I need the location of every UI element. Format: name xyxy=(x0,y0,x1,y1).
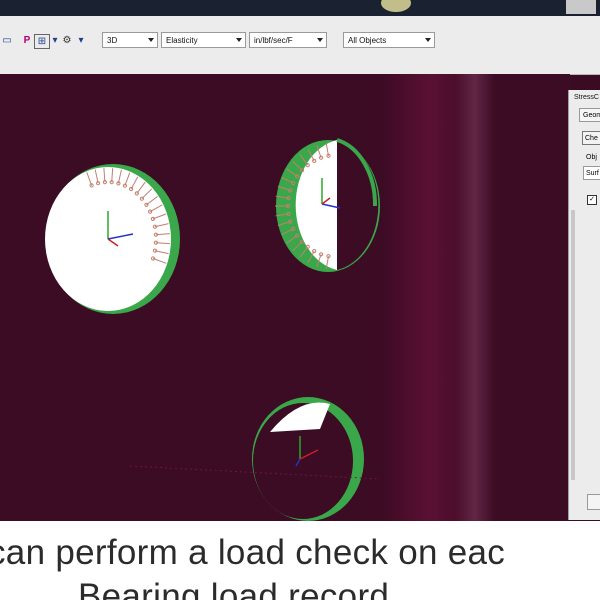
view-icon[interactable]: ▭ xyxy=(0,34,14,47)
toolbar: ▭ P ⊞ ▾ ⚙ ▾ 3D Elasticity in/lbf/sec/F A… xyxy=(0,16,600,75)
chevron-down-icon xyxy=(236,38,242,42)
object-filter-select[interactable]: All Objects xyxy=(343,32,435,48)
bolt-hole-left[interactable] xyxy=(45,164,180,314)
chevron-down-icon xyxy=(148,38,154,42)
check-button[interactable]: Che xyxy=(582,131,600,145)
tab-geometry[interactable]: Geom xyxy=(579,108,600,122)
model-canvas xyxy=(45,138,381,521)
object-filter-value: All Objects xyxy=(348,36,387,45)
tool-icon[interactable]: ⚙ xyxy=(60,34,74,47)
3d-viewport[interactable] xyxy=(0,74,570,524)
video-caption: can perform a load check on eac Bearing … xyxy=(0,521,600,600)
tool-chevron-icon[interactable]: ▾ xyxy=(74,34,88,47)
view-mode-value: 3D xyxy=(107,36,118,45)
title-bar xyxy=(0,0,600,16)
units-select[interactable]: in/lbf/sec/F xyxy=(249,32,327,48)
p-icon[interactable]: P xyxy=(20,34,34,47)
toolbar-row: ▭ P ⊞ ▾ ⚙ ▾ 3D Elasticity in/lbf/sec/F A… xyxy=(0,32,600,50)
view-mode-select[interactable]: 3D xyxy=(102,32,158,48)
panel-title: StressC xyxy=(574,94,599,101)
caption-line-2: Bearing load record xyxy=(78,577,390,600)
object-select[interactable]: Surf xyxy=(583,166,600,180)
object-label: Obj xyxy=(586,154,597,161)
window-control-button[interactable] xyxy=(566,0,596,14)
stress-check-panel: StressC Geom Che Obj Surf ✓ xyxy=(568,90,600,520)
units-value: in/lbf/sec/F xyxy=(254,36,293,45)
property-select[interactable]: Elasticity xyxy=(161,32,246,48)
option-checkbox[interactable]: ✓ xyxy=(587,195,597,205)
bolt-hole-right[interactable] xyxy=(275,138,380,272)
bolt-hole-bottom[interactable] xyxy=(129,397,381,521)
caption-line-1: can perform a load check on eac xyxy=(0,533,506,572)
chevron-down-icon xyxy=(317,38,323,42)
panel-scrollbar[interactable] xyxy=(571,210,575,480)
panel-bottom-button[interactable] xyxy=(587,494,600,510)
title-bar-highlight xyxy=(381,0,411,12)
property-value: Elasticity xyxy=(166,36,198,45)
chevron-down-icon xyxy=(425,38,431,42)
